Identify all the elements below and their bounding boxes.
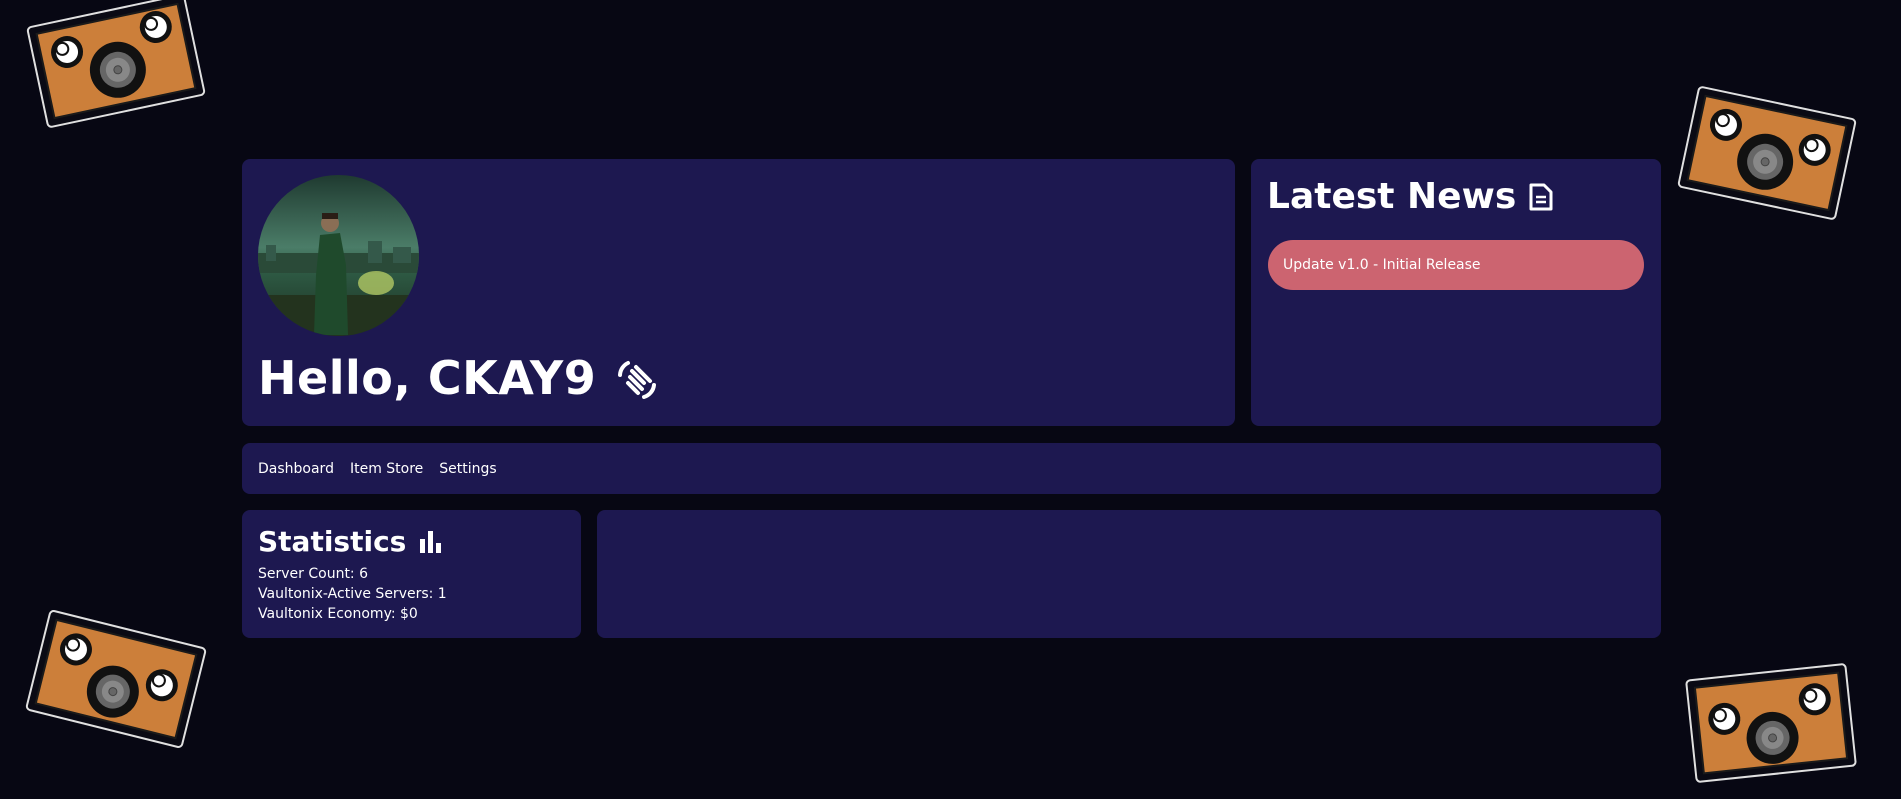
- speaker-box-icon: [26, 0, 206, 128]
- nav-item-dashboard[interactable]: Dashboard: [258, 461, 334, 477]
- avatar-image: [258, 175, 419, 336]
- nav-item-item-store[interactable]: Item Store: [350, 461, 423, 477]
- document-icon: [1529, 183, 1553, 211]
- news-title: Latest News: [1267, 176, 1517, 217]
- statistics-header: Statistics: [258, 524, 442, 560]
- speaker-box-icon: [1685, 663, 1857, 783]
- nav-item-settings[interactable]: Settings: [439, 461, 496, 477]
- news-header: Latest News: [1267, 175, 1554, 219]
- bar-chart-icon: [420, 531, 442, 553]
- stat-economy: Vaultonix Economy: $0: [258, 606, 418, 622]
- stat-server-count: Server Count: 6: [258, 566, 369, 582]
- news-item[interactable]: Update v1.0 - Initial Release: [1268, 240, 1644, 290]
- news-card: Latest News Update v1.0 - Initial Releas…: [1251, 159, 1661, 426]
- waving-hand-icon: [618, 361, 657, 399]
- content-panel: [597, 510, 1661, 638]
- greeting: Hello, CKAY9: [258, 347, 660, 409]
- stat-active-servers: Vaultonix-Active Servers: 1: [258, 586, 447, 602]
- news-item-label: Update v1.0 - Initial Release: [1283, 257, 1481, 273]
- speaker-box-icon: [1677, 86, 1857, 220]
- welcome-card: Hello, CKAY9: [242, 159, 1235, 426]
- greeting-title: Hello, CKAY9: [258, 351, 597, 405]
- user-avatar[interactable]: [258, 175, 419, 336]
- nav-bar: Dashboard Item Store Settings: [242, 443, 1661, 494]
- statistics-card: Statistics Server Count: 6 Vaultonix-Act…: [242, 510, 581, 638]
- speaker-box-icon: [25, 610, 207, 748]
- statistics-title: Statistics: [258, 525, 407, 558]
- statistics-list: Server Count: 6 Vaultonix-Active Servers…: [258, 564, 447, 624]
